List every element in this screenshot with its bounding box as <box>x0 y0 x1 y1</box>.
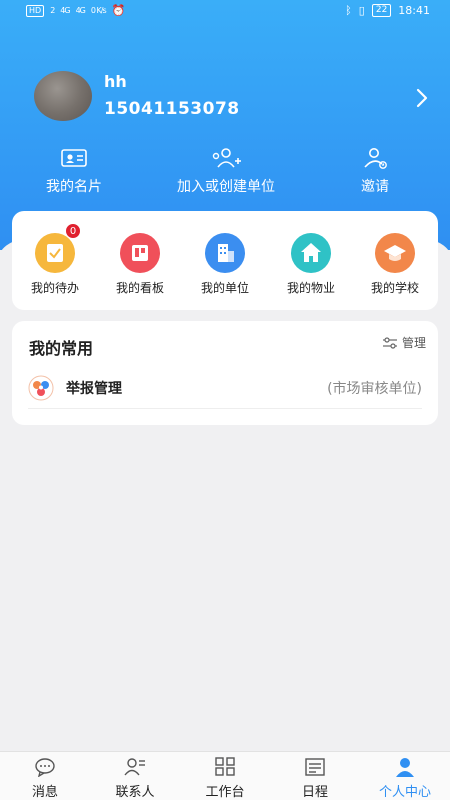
bluetooth-icon: ᛒ <box>345 4 352 17</box>
add-users-icon <box>212 148 241 168</box>
shortcut-unit[interactable]: 我的单位 <box>190 233 260 296</box>
tab-schedule-label: 日程 <box>301 785 328 800</box>
contacts-icon <box>124 758 145 776</box>
shortcut-todo[interactable]: 0 我的待办 <box>20 223 90 296</box>
tab-contacts[interactable]: 联系人 <box>90 752 180 800</box>
tab-schedule[interactable]: 日程 <box>270 752 360 800</box>
invite-label: 邀请 <box>361 179 389 195</box>
phone-number: 15041153078 <box>104 99 240 119</box>
todo-badge: 0 <box>65 223 81 239</box>
id-card-icon <box>61 149 87 167</box>
school-label: 我的学校 <box>370 281 419 295</box>
battery-icon: 22 <box>371 4 392 17</box>
grid-icon <box>215 757 235 776</box>
report-management-icon <box>28 375 54 401</box>
shortcut-property[interactable]: 我的物业 <box>276 233 346 296</box>
tab-personal-center-label: 个人中心 <box>378 785 431 800</box>
item-unit: (市场审核单位) <box>327 381 422 397</box>
status-bar: HD 2 4G 4G 0 K/s ⏰ ᛒ ▯ 22 18:41 <box>0 0 450 24</box>
tab-contacts-label: 联系人 <box>115 785 155 800</box>
tab-workbench[interactable]: 工作台 <box>180 752 270 800</box>
my-card-label: 我的名片 <box>46 179 102 195</box>
building-icon <box>205 233 245 273</box>
shortcut-board[interactable]: 我的看板 <box>105 233 175 296</box>
network-speed: 0 K/s <box>90 6 107 15</box>
my-card-button[interactable]: 我的名片 <box>38 146 110 196</box>
invite-button[interactable]: 邀请 <box>355 146 395 196</box>
common-card: 我的常用 管理 举报管理 (市场审核单位) <box>12 321 438 425</box>
board-icon <box>120 233 160 273</box>
sliders-icon <box>382 336 397 349</box>
avatar[interactable] <box>34 71 92 121</box>
calendar-icon <box>305 758 325 776</box>
unit-label: 我的单位 <box>200 281 249 295</box>
vibrate-icon: ▯ <box>358 4 365 17</box>
todo-label: 我的待办 <box>30 281 79 295</box>
join-create-unit-button[interactable]: 加入或创建单位 <box>166 146 286 196</box>
invite-user-icon <box>364 148 387 169</box>
sim-indicator: 2 <box>50 6 55 15</box>
tab-personal-center[interactable]: 个人中心 <box>360 752 450 800</box>
property-label: 我的物业 <box>286 281 335 295</box>
manage-button[interactable]: 管理 <box>382 334 426 351</box>
tab-messages[interactable]: 消息 <box>0 752 90 800</box>
shortcut-school[interactable]: 我的学校 <box>360 233 430 296</box>
username: hh <box>104 72 127 91</box>
graduation-cap-icon <box>375 233 415 273</box>
chat-icon <box>35 758 55 777</box>
list-item[interactable]: 举报管理 (市场审核单位) <box>28 369 422 409</box>
manage-label: 管理 <box>401 336 426 350</box>
tab-messages-label: 消息 <box>31 785 58 800</box>
board-label: 我的看板 <box>115 281 164 295</box>
item-name: 举报管理 <box>66 381 122 397</box>
tab-workbench-label: 工作台 <box>205 785 245 800</box>
person-icon <box>396 758 414 777</box>
chevron-right-icon[interactable] <box>412 86 432 110</box>
todo-icon: 0 <box>35 223 81 273</box>
common-title: 我的常用 <box>29 339 94 358</box>
home-icon <box>291 233 331 273</box>
signal-icon: 4G <box>60 6 70 15</box>
bottom-tab-bar: 消息 联系人 工作台 日程 个人中心 <box>0 751 450 800</box>
join-create-unit-label: 加入或创建单位 <box>177 179 275 195</box>
shortcuts-card: 0 我的待办 我的看板 我的单位 我的物业 我的学校 <box>12 211 438 310</box>
alarm-icon: ⏰ <box>111 4 126 17</box>
signal-icon-2: 4G <box>75 6 86 15</box>
clock: 18:41 <box>398 4 430 17</box>
hd-indicator: HD <box>26 4 45 17</box>
